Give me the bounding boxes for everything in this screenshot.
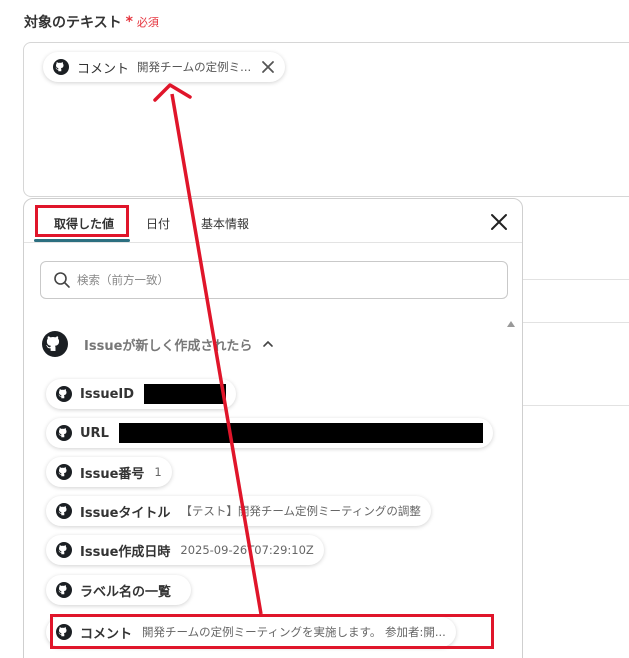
section-title: Issueが新しく作成されたら: [84, 338, 253, 354]
search-input[interactable]: [77, 273, 477, 287]
tab-bar: 取得した値 日付 基本情報: [24, 199, 522, 243]
item-value: 2025-09-26T07:29:10Z: [180, 543, 314, 557]
chevron-up-icon[interactable]: [262, 338, 274, 350]
list-item[interactable]: IssueID: [46, 379, 237, 409]
item-value: 開発チームの定例ミーティングを実施します。 参加者:開...: [142, 625, 446, 639]
scroll-up-icon[interactable]: [506, 319, 516, 329]
tab-basic-info[interactable]: 基本情報: [201, 215, 249, 232]
selected-value-chip[interactable]: コメント 開発チームの定例ミ...: [43, 52, 286, 82]
close-icon[interactable]: [490, 213, 508, 231]
github-icon: [53, 59, 69, 75]
active-tab-indicator: [34, 239, 130, 242]
github-icon: [42, 331, 68, 357]
github-icon: [56, 425, 72, 441]
github-icon: [56, 503, 72, 519]
github-icon: [56, 386, 72, 402]
github-icon: [56, 582, 72, 598]
item-name: Issueタイトル: [80, 505, 171, 521]
value-picker-panel: 取得した値 日付 基本情報 Issueが新しく作成されたら IssueID UR…: [23, 198, 523, 658]
search-icon: [54, 272, 70, 288]
required-text: 必須: [136, 16, 159, 29]
list-item[interactable]: ラベル名の一覧: [46, 575, 192, 605]
github-icon: [56, 464, 72, 480]
item-name: IssueID: [80, 386, 135, 402]
tab-acquired-values[interactable]: 取得した値: [54, 215, 114, 232]
divider: [523, 405, 629, 406]
item-name: URL: [80, 425, 109, 441]
list-item[interactable]: URL: [46, 418, 493, 448]
field-label-text: 対象のテキスト: [24, 15, 122, 31]
list-item[interactable]: Issueタイトル 【テスト】開発チーム定例ミーティングの調整: [46, 496, 431, 526]
github-icon: [56, 624, 72, 640]
item-value: 【テスト】開発チーム定例ミーティングの調整: [180, 504, 421, 518]
divider: [523, 322, 629, 323]
list-item[interactable]: Issue作成日時 2025-09-26T07:29:10Z: [46, 535, 324, 565]
chip-name: コメント: [77, 61, 130, 77]
item-name: Issue番号: [80, 466, 145, 482]
item-name: Issue作成日時: [80, 544, 171, 560]
field-label: 対象のテキスト * 必須: [24, 12, 159, 32]
divider: [523, 279, 629, 280]
item-value: 1: [154, 465, 162, 479]
redacted-value: [118, 423, 483, 443]
redacted-value: [144, 384, 227, 404]
section-header[interactable]: Issueが新しく作成されたら: [42, 331, 274, 357]
tab-date[interactable]: 日付: [146, 215, 170, 232]
list-item[interactable]: Issue番号 1: [46, 457, 172, 487]
item-name: コメント: [80, 626, 133, 642]
required-star: *: [125, 14, 133, 30]
chip-value: 開発チームの定例ミ...: [137, 60, 252, 74]
close-icon[interactable]: [261, 60, 275, 74]
list-item[interactable]: コメント 開発チームの定例ミーティングを実施します。 参加者:開...: [46, 617, 456, 647]
search-box[interactable]: [40, 261, 508, 299]
github-icon: [56, 542, 72, 558]
item-name: ラベル名の一覧: [80, 584, 172, 600]
